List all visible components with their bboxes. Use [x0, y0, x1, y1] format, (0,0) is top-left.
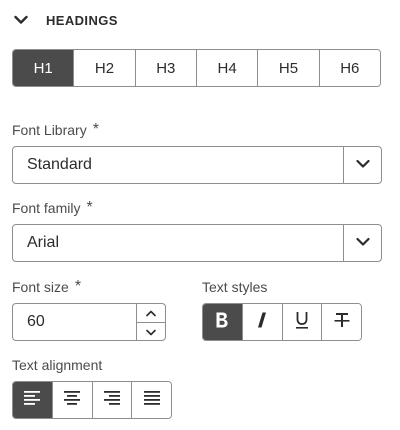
font-family-value: Arial	[27, 234, 60, 251]
decrement-button[interactable]	[137, 322, 165, 341]
text-alignment-label: Text alignment	[12, 357, 102, 373]
font-library-value: Standard	[27, 156, 92, 173]
font-family-dropdown-button[interactable]	[343, 225, 381, 261]
font-size-field	[12, 303, 166, 341]
strikethrough-icon	[333, 311, 351, 334]
align-center-icon	[63, 390, 81, 411]
heading-h1-button[interactable]: H1	[13, 50, 74, 86]
font-size-label: Font size *	[12, 278, 82, 296]
align-left-icon	[23, 390, 41, 411]
required-asterisk: *	[92, 121, 99, 138]
heading-h2-button[interactable]: H2	[73, 50, 135, 86]
font-family-label-text: Font family	[12, 200, 81, 216]
font-family-label: Font family *	[12, 199, 93, 217]
text-styles-label-text: Text styles	[202, 279, 268, 295]
heading-level-selector: H1 H2 H3 H4 H5 H6	[12, 49, 381, 87]
font-size-stepper	[136, 304, 165, 340]
align-right-button[interactable]	[91, 382, 132, 418]
align-left-button[interactable]	[13, 382, 52, 418]
font-library-select[interactable]: Standard	[12, 146, 382, 184]
underline-icon	[294, 310, 310, 335]
chevron-up-icon	[146, 304, 156, 322]
font-size-input[interactable]	[13, 304, 136, 340]
text-alignment-label-text: Text alignment	[12, 357, 103, 373]
bold-icon	[214, 311, 230, 334]
font-library-dropdown-button[interactable]	[343, 147, 381, 183]
underline-button[interactable]	[281, 304, 322, 340]
font-library-label: Font Library *	[12, 121, 99, 139]
increment-button[interactable]	[137, 304, 165, 322]
chevron-down-icon	[12, 11, 30, 29]
heading-h5-button[interactable]: H5	[257, 50, 319, 86]
strikethrough-button[interactable]	[321, 304, 361, 340]
align-center-button[interactable]	[51, 382, 92, 418]
heading-h6-button[interactable]: H6	[318, 50, 380, 86]
align-right-icon	[103, 390, 121, 411]
text-styles-group	[202, 303, 362, 341]
chevron-down-icon	[146, 323, 156, 341]
italic-icon	[256, 311, 268, 334]
heading-h3-button[interactable]: H3	[134, 50, 196, 86]
headings-panel: HEADINGS H1 H2 H3 H4 H5 H6 Font Library …	[0, 0, 400, 430]
italic-button[interactable]	[241, 304, 282, 340]
headings-section-toggle[interactable]: HEADINGS	[12, 8, 118, 32]
font-family-select[interactable]: Arial	[12, 224, 382, 262]
required-asterisk: *	[74, 278, 82, 295]
section-title: HEADINGS	[46, 12, 118, 28]
heading-h4-button[interactable]: H4	[195, 50, 258, 86]
chevron-down-icon	[355, 156, 370, 174]
text-alignment-group	[12, 381, 172, 419]
required-asterisk: *	[86, 199, 93, 216]
align-justify-icon	[143, 390, 161, 411]
font-library-label-text: Font Library	[12, 122, 87, 138]
text-styles-label: Text styles	[202, 279, 267, 295]
font-size-label-text: Font size	[12, 279, 69, 295]
bold-button[interactable]	[203, 304, 242, 340]
chevron-down-icon	[355, 234, 370, 252]
align-justify-button[interactable]	[131, 382, 171, 418]
